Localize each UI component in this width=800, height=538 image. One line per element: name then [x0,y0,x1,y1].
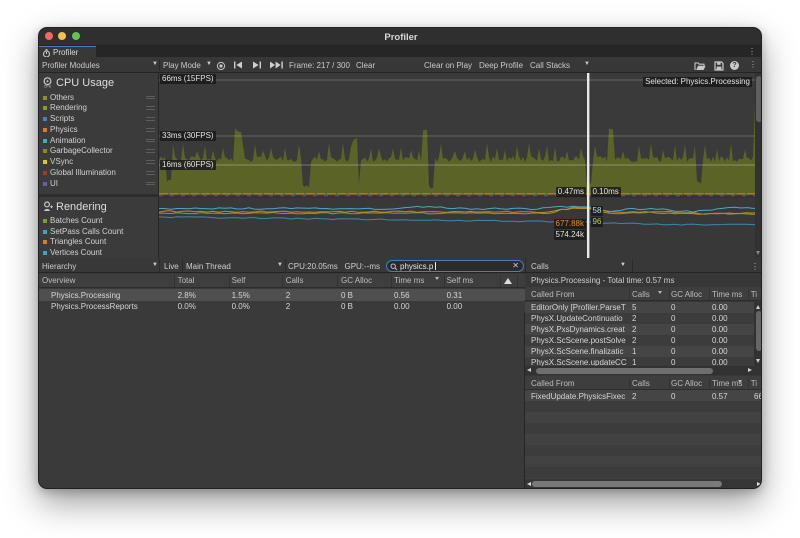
svg-text:CPU: CPU [44,85,52,88]
